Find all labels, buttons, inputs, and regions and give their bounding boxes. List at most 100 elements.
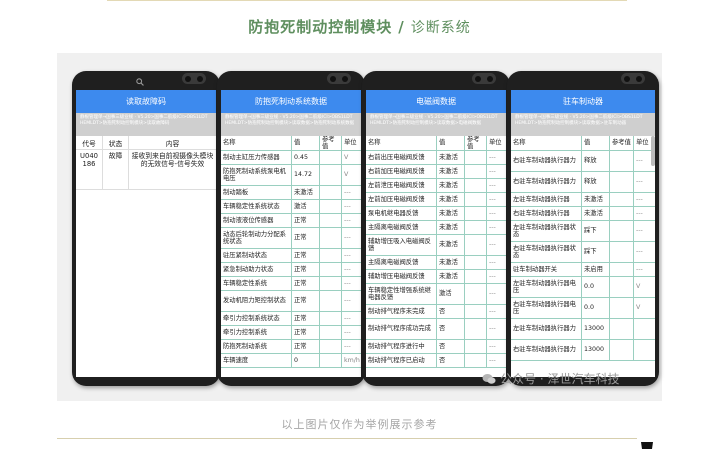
wechat-icon xyxy=(482,373,496,384)
table-row[interactable]: 制动排气程序未完成 否 --- xyxy=(366,305,506,319)
table-row[interactable]: 左前加压电磁阀反馈 未激活 --- xyxy=(366,193,506,207)
table-row[interactable]: 左驻车制动器执行器状态 踩下 --- xyxy=(511,221,655,242)
table-row[interactable]: 右驻车制动器执行器力 释放 --- xyxy=(511,172,655,193)
table-row[interactable]: 泵电机继电器反馈 未激活 --- xyxy=(366,207,506,221)
cell-unit: --- xyxy=(633,263,655,276)
cell-value: 未激活 xyxy=(581,207,609,220)
cell-unit: --- xyxy=(341,312,361,325)
cell-value: 13000 xyxy=(581,319,609,339)
cell-value: 0.0 xyxy=(581,298,609,318)
page-title: 防抱死制动控制模块 / 诊断系统 xyxy=(0,16,719,37)
table-row[interactable]: 动态后轮制动力分配系统状态 正常 --- xyxy=(221,228,361,249)
parking-brake-table: 名称值参考值 单位 右驻车制动器执行器力 释放 --- 右驻车制动器执行器力 释放 --- 左驻… xyxy=(511,136,655,361)
cell-ref xyxy=(609,298,633,318)
cell-unit: --- xyxy=(633,193,655,206)
cell-ref xyxy=(609,242,633,262)
cell-name: 泵电机继电器反馈 xyxy=(368,209,419,217)
cell-value: 正常 xyxy=(291,263,319,276)
table-row[interactable]: 车辆稳定性系统状态 激活 --- xyxy=(221,200,361,214)
cell-name: 左驻车制动器执行器状态 xyxy=(513,223,576,239)
table-row[interactable]: 辅助增压电磁阀反馈 未激活 --- xyxy=(366,270,506,284)
table-row[interactable]: 牵引力控制系统 正常 --- xyxy=(221,326,361,340)
table-row[interactable]: 右前加压电磁阀反馈 未激活 --- xyxy=(366,165,506,179)
table-row[interactable]: 左前泄压电磁阀反馈 未激活 --- xyxy=(366,179,506,193)
cell-unit: --- xyxy=(341,186,361,199)
table-row[interactable]: 牵引力控制系统状态 正常 --- xyxy=(221,312,361,326)
table-row[interactable]: 车辆稳定性系统 正常 --- xyxy=(221,277,361,291)
cell-unit: --- xyxy=(486,193,506,206)
cell-name: 主隔离电磁阀反馈 xyxy=(368,223,419,231)
cell-value: 正常 xyxy=(291,214,319,227)
table-row[interactable]: 左驻车制动器执行器 未激活 --- xyxy=(511,193,655,207)
breadcrumb: 静根管理单→国事三级业规 · V5.20>国事二航级ICI>OBS1LDT HE… xyxy=(76,113,216,136)
table-row[interactable]: 右驻车制动器执行器力 13000 xyxy=(511,340,655,361)
cell-name: 制动排气程序未完成 xyxy=(368,307,425,315)
cell-value: 未激活 xyxy=(436,235,464,255)
table-row[interactable]: 辅助增压吸入电磁阀反馈 未激活 --- xyxy=(366,235,506,256)
table-row[interactable]: 右驻车制动器执行器状态 踩下 --- xyxy=(511,242,655,263)
cell-unit: --- xyxy=(633,242,655,262)
cell-unit: --- xyxy=(486,305,506,318)
cell-value: 激活 xyxy=(436,284,464,304)
cell-value: 未激活 xyxy=(581,193,609,206)
table-row[interactable]: 左驻车制动器执行器力 13000 xyxy=(511,319,655,340)
cell-unit: --- xyxy=(486,165,506,178)
table-row[interactable]: 右前出压电磁阀反馈 未激活 --- xyxy=(366,151,506,165)
table-row[interactable]: 主隔离电磁阀反馈 未激活 --- xyxy=(366,256,506,270)
table-row[interactable]: 防抱死制动系统 正常 --- xyxy=(221,340,361,354)
table-row[interactable]: 紧急制动助力状态 正常 --- xyxy=(221,263,361,277)
app-title-bar: 电磁阀数据 xyxy=(366,90,506,113)
phone-screen: 防抱死制动系统数据 静根管理单→国事三级业规 · V5.20>国事二航级ICI>… xyxy=(221,90,361,377)
cell-value: 激活 xyxy=(291,200,319,213)
table-row[interactable]: 右驻车制动器执行器力 释放 --- xyxy=(511,151,655,172)
cell-unit: --- xyxy=(486,270,506,283)
cell-value: 未激活 xyxy=(436,151,464,164)
cell-unit: V xyxy=(633,277,655,297)
cell-ref xyxy=(319,263,341,276)
table-row[interactable]: 右驻车制动器执行器 未激活 --- xyxy=(511,207,655,221)
table-row[interactable]: 驻车制动器开关 未启用 --- xyxy=(511,263,655,277)
cell-ref xyxy=(319,200,341,213)
cell-value: 未激活 xyxy=(436,221,464,234)
cell-name: 制动排气程序进行中 xyxy=(368,342,425,350)
table-row[interactable]: 制动排气程序成功完成否 --- xyxy=(366,319,506,340)
cell-ref xyxy=(464,319,486,339)
cell-value: 未启用 xyxy=(581,263,609,276)
table-row[interactable]: 主隔离电磁阀反馈 未激活 --- xyxy=(366,221,506,235)
cell-ref xyxy=(319,151,341,164)
scrollbar[interactable] xyxy=(651,136,655,166)
search-icon[interactable] xyxy=(136,78,144,86)
table-row[interactable]: 车辆速度 0 km/h xyxy=(221,354,361,368)
cell-ref xyxy=(464,305,486,318)
header-name: 名称 xyxy=(223,139,236,147)
cell-value: 正常 xyxy=(291,277,319,290)
cell-unit: --- xyxy=(633,221,655,241)
cell-name: 制动排气程序已启动 xyxy=(368,356,425,364)
table-row[interactable]: 驻压紧制动状态 正常 --- xyxy=(221,249,361,263)
table-row[interactable]: 左驻车制动器执行器电压 0.0 V xyxy=(511,277,655,298)
table-row[interactable]: 制动主缸压力传感器 0.45 V xyxy=(221,151,361,165)
camera-notch xyxy=(327,73,351,84)
cell-ref xyxy=(609,151,633,171)
cell-name: 制动踏板 xyxy=(223,188,249,196)
title-separator: / xyxy=(398,18,405,36)
table-row[interactable]: 制动排气程序已启动 否 --- xyxy=(366,354,506,368)
dtc-code[interactable]: U040186 xyxy=(76,150,102,170)
cell-unit: --- xyxy=(341,326,361,339)
cell-name: 制动液液位传感器 xyxy=(223,216,274,224)
table-row[interactable]: 制动液液位传感器 正常 --- xyxy=(221,214,361,228)
table-row[interactable]: 制动踏板 未激活 --- xyxy=(221,186,361,200)
cell-unit: --- xyxy=(341,228,361,248)
phone-screen: 驻车制动器 静根管理单→国事三级业规 · V5.20>国事二航级ICI>OBS1… xyxy=(511,90,655,377)
table-row[interactable]: 制动排气程序进行中 否 --- xyxy=(366,340,506,354)
phone-abs-data: 防抱死制动系统数据 静根管理单→国事三级业规 · V5.20>国事二航级ICI>… xyxy=(217,71,365,386)
table-row[interactable]: 右驻车制动器执行器电压 0.0 V xyxy=(511,298,655,319)
table-row[interactable]: 车辆稳定性增强系统继电器反馈 激活 --- xyxy=(366,284,506,305)
table-row[interactable]: 防抱死制动系统泵电机电压 14.72 V xyxy=(221,165,361,186)
cell-value: 正常 xyxy=(291,249,319,262)
cell-unit: --- xyxy=(341,277,361,290)
cell-value: 正常 xyxy=(291,228,319,248)
cell-name: 防抱死制动系统 xyxy=(223,342,268,350)
table-row[interactable]: 发动机阻力矩控制状态 正常 --- xyxy=(221,291,361,312)
cell-ref xyxy=(609,319,633,339)
